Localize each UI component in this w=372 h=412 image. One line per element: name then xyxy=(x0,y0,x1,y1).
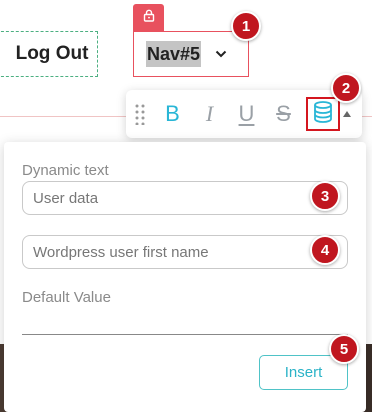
data-source-select[interactable]: Wordpress user first name xyxy=(22,235,348,269)
dynamic-text-select[interactable]: User data xyxy=(22,181,348,215)
logout-button[interactable]: Log Out xyxy=(0,31,98,77)
insert-label: Insert xyxy=(284,364,323,381)
step-badge-2: 2 xyxy=(331,73,361,103)
nav-menu-item[interactable]: Nav#5 xyxy=(133,31,249,77)
lock-tab[interactable] xyxy=(133,4,164,31)
step-badge-4: 4 xyxy=(310,235,340,265)
default-value-label: Default Value xyxy=(22,289,111,306)
strikethrough-button[interactable]: S xyxy=(265,90,302,138)
chevron-down-icon xyxy=(215,50,227,58)
dynamic-data-panel: Dynamic text User data Wordpress user fi… xyxy=(4,142,366,412)
database-icon xyxy=(313,100,333,128)
drag-handle-icon[interactable] xyxy=(126,90,154,138)
nav-label: Nav#5 xyxy=(146,41,202,67)
underline-button[interactable]: U xyxy=(228,90,265,138)
step-badge-5: 5 xyxy=(329,334,359,364)
formatting-toolbar: B I U S xyxy=(126,90,362,138)
dynamic-text-value: User data xyxy=(33,189,99,207)
logout-label: Log Out xyxy=(15,43,89,64)
dynamic-text-label: Dynamic text xyxy=(22,162,109,179)
default-value-underline xyxy=(22,334,348,335)
bold-button[interactable]: B xyxy=(154,90,191,138)
italic-button[interactable]: I xyxy=(191,90,228,138)
dynamic-data-button[interactable] xyxy=(306,97,340,131)
step-badge-3: 3 xyxy=(310,181,340,211)
default-value-input[interactable] xyxy=(22,308,348,334)
lock-icon xyxy=(143,9,155,27)
caret-up-icon[interactable] xyxy=(343,111,351,117)
step-badge-1: 1 xyxy=(231,11,261,41)
data-source-value: Wordpress user first name xyxy=(33,243,209,261)
